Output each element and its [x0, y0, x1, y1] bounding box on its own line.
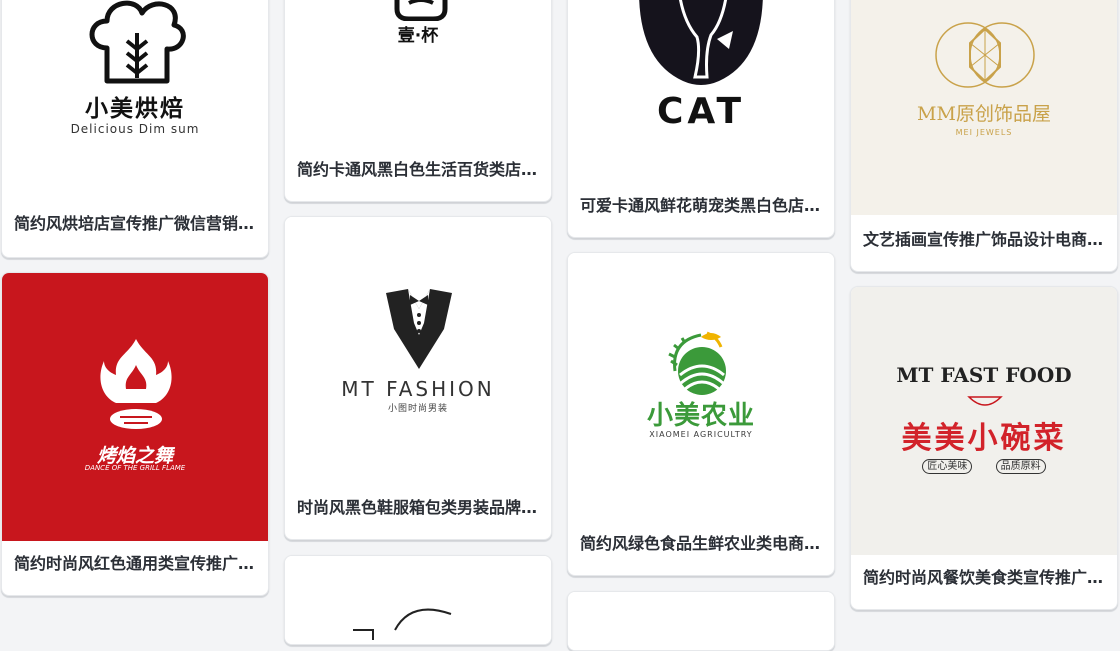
card-title: 可爱卡通风鲜花萌宠类黑白色店铺logo [580, 196, 822, 215]
bowl-icon [967, 396, 1003, 406]
card-title: 时尚风黑色鞋服箱包类男装品牌logo [297, 498, 539, 517]
farm-field-icon [668, 331, 726, 395]
card-thumbnail: MT FASHION 小图时尚男装 [285, 217, 551, 483]
logo-tagline: 小图时尚男装 [387, 404, 448, 414]
template-card[interactable]: 小美农业 XIAOMEI AGRICULTRY 简约风绿色食品生鲜农业类电商店铺… [567, 252, 835, 576]
card-title: 简约风烘培店宣传推广微信营销电商店铺logo [14, 214, 256, 233]
logo-tagline: Delicious Dim sum [70, 122, 200, 136]
card-title: 简约风绿色食品生鲜农业类电商店铺logo [580, 534, 822, 553]
template-card[interactable]: CAT 可爱卡通风鲜花萌宠类黑白色店铺logo [567, 0, 835, 238]
card-thumbnail [285, 556, 551, 644]
template-card[interactable]: MT FAST FOOD 美美小碗菜 匠心美味 品质原料 简约时尚风餐饮美食类宣… [850, 286, 1118, 610]
tuxedo-icon [386, 289, 452, 369]
card-thumbnail [568, 592, 834, 650]
card-title: 简约卡通风黑白色生活百货类店铺logo [297, 160, 539, 179]
cat-silhouette-icon [639, 0, 763, 85]
logo-top-text: MT FAST FOOD [896, 363, 1072, 387]
card-thumbnail: MM原创饰品屋 MEI JEWELS [851, 0, 1117, 215]
logo-tag: 匠心美味 [922, 459, 973, 474]
card-title: 简约时尚风餐饮美食类宣传推广店铺logo [863, 568, 1105, 587]
cup-icon [394, 0, 448, 21]
template-card[interactable]: MT FASHION 小图时尚男装 时尚风黑色鞋服箱包类男装品牌logo [284, 216, 552, 540]
template-card[interactable] [567, 591, 835, 651]
logo-tag: 品质原料 [995, 459, 1046, 474]
card-thumbnail: 小美烘焙 Delicious Dim sum [2, 0, 268, 201]
card-thumbnail: 烤焰之舞 DANCE OF THE GRILL FLAME [2, 273, 268, 541]
logo-brand-name: 美美小碗菜 [901, 421, 1067, 456]
template-card[interactable] [284, 555, 552, 645]
diamond-icon [935, 22, 1035, 88]
card-thumbnail: MT FAST FOOD 美美小碗菜 匠心美味 品质原料 [851, 287, 1117, 555]
card-title: 文艺插画宣传推广饰品设计电商店铺logo [863, 230, 1105, 249]
logo-tagline: XIAOMEI AGRICULTRY [649, 430, 753, 439]
template-card[interactable]: 壹·杯 简约卡通风黑白色生活百货类店铺logo [284, 0, 552, 202]
flame-steak-icon [100, 339, 172, 429]
logo-brand-name: MM原创饰品屋 [917, 103, 1051, 125]
logo-tagline: MEI JEWELS [955, 128, 1013, 137]
logo-brand-name: 小美烘焙 [85, 96, 185, 122]
logo-brand-name: MT FASHION [341, 377, 495, 401]
card-thumbnail: CAT [568, 0, 834, 181]
template-card[interactable]: 小美烘焙 Delicious Dim sum 简约风烘培店宣传推广微信营销电商店… [1, 0, 269, 258]
template-card[interactable]: 烤焰之舞 DANCE OF THE GRILL FLAME 简约时尚风红色通用类… [1, 272, 269, 596]
logo-partial-icon [353, 608, 452, 640]
logo-tagline: DANCE OF THE GRILL FLAME [84, 464, 186, 472]
logo-brand-name: 小美农业 [646, 401, 755, 431]
logo-brand-name: 壹·杯 [397, 26, 439, 46]
logo-brand-name: CAT [656, 91, 746, 132]
template-card[interactable]: MM原创饰品屋 MEI JEWELS 文艺插画宣传推广饰品设计电商店铺logo [850, 0, 1118, 272]
logo-tags: 匠心美味 品质原料 [851, 457, 1117, 474]
card-thumbnail: 壹·杯 [285, 0, 551, 145]
card-thumbnail: 小美农业 XIAOMEI AGRICULTRY [568, 253, 834, 519]
card-title: 简约时尚风红色通用类宣传推广烧烤店logo [14, 554, 256, 573]
chef-hat-icon [89, 0, 186, 84]
